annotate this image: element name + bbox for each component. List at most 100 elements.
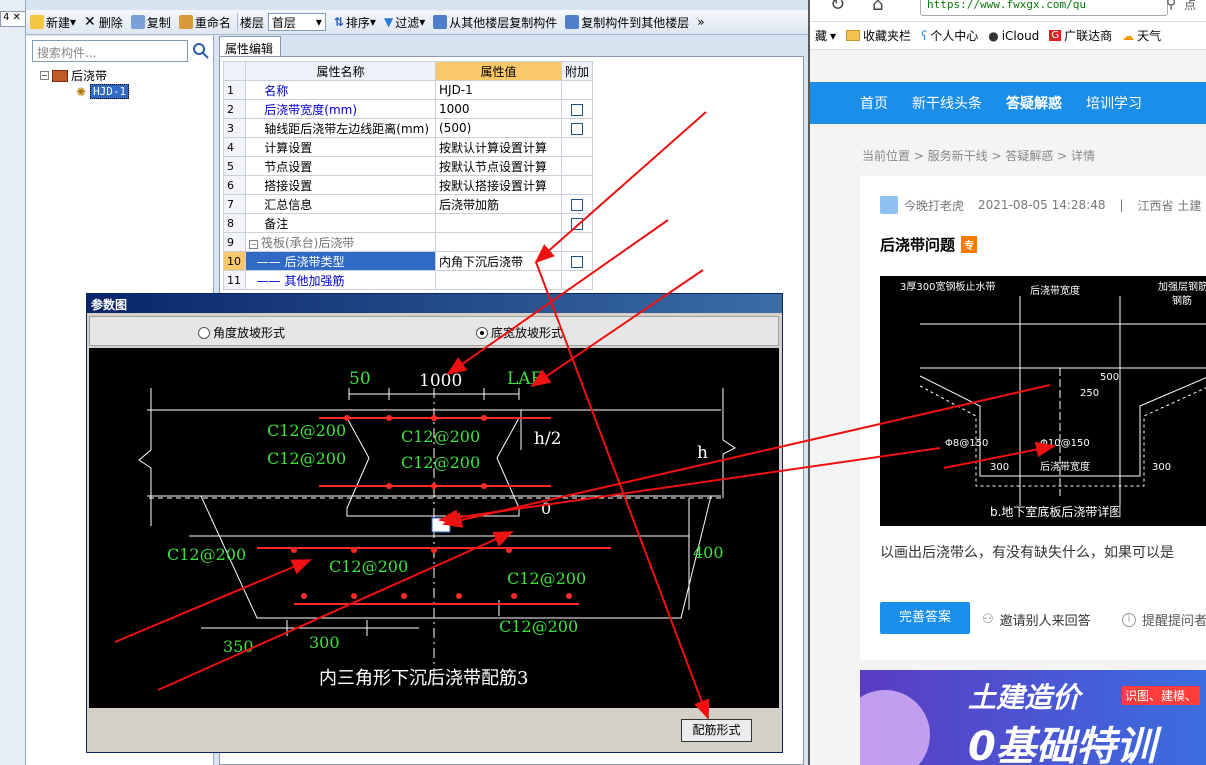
property-value[interactable]: 内角下沉后浇带: [435, 251, 562, 271]
img-label-2: 后浇带宽度: [1030, 284, 1080, 297]
property-row[interactable]: 3 轴线距后浇带左边线距离(mm) (500): [223, 118, 594, 138]
property-name: 计算设置: [245, 137, 436, 157]
search-input[interactable]: 搜索构件...: [32, 40, 188, 62]
nav-training[interactable]: 培训学习: [1074, 93, 1154, 113]
component-gear-icon: ✺: [76, 84, 87, 99]
floor-select[interactable]: 首层 ▾: [267, 13, 326, 31]
invite-answer-link[interactable]: ⚇ 邀请别人来回答: [982, 610, 1091, 629]
dim-h: h: [697, 443, 708, 463]
bookmark-personal[interactable]: ʕ 个人中心: [916, 27, 983, 44]
tree-item-root[interactable]: − 后浇带: [40, 67, 107, 84]
sort-button[interactable]: ⇅ 排序 ▾: [330, 11, 380, 33]
bookmark-weather[interactable]: ☁ 天气: [1117, 27, 1166, 44]
extra-checkbox[interactable]: [571, 255, 583, 268]
img-label-11: 500: [1100, 372, 1119, 383]
property-value[interactable]: 后浇带加筋: [435, 194, 562, 214]
extra-checkbox[interactable]: [571, 198, 583, 211]
user-icon: ⚇: [982, 612, 994, 627]
promo-banner[interactable]: 土建造价 识图、建模、 0基础特训: [860, 670, 1206, 765]
property-row[interactable]: 11 —— 其他加强筋: [223, 270, 594, 290]
copy-from-floor-icon: [433, 15, 448, 29]
search-icon-browser[interactable]: ⚲: [1166, 0, 1176, 12]
dim-lae: LAE: [507, 369, 543, 389]
property-value[interactable]: [435, 213, 562, 233]
property-extra: [560, 175, 594, 195]
rename-button[interactable]: 重命名: [175, 11, 235, 33]
bookmark-icloud[interactable]: ● iCloud: [983, 29, 1044, 43]
post-date: 2021-08-05 14:28:48: [978, 198, 1106, 212]
img-label-5: Φ8@150: [945, 438, 988, 449]
collapse-icon[interactable]: −: [40, 71, 49, 80]
banner-big: 0基础特训: [968, 724, 1156, 765]
author-name[interactable]: 今晚打老虎: [904, 197, 964, 214]
property-value[interactable]: [435, 270, 562, 290]
property-value[interactable]: [435, 232, 562, 252]
property-row[interactable]: 5 节点设置 按默认节点设置计算: [223, 156, 594, 176]
property-row[interactable]: 1 名称 HJD-1: [223, 80, 594, 100]
meta-sep: |: [1119, 198, 1124, 212]
property-value[interactable]: (500): [435, 118, 562, 138]
bookmark-glodon[interactable]: G 广联达商: [1044, 27, 1117, 44]
improve-answer-button[interactable]: 完善答案: [880, 602, 970, 634]
copy-from-floor-button[interactable]: 从其他楼层复制构件: [429, 11, 561, 33]
property-name: 搭接设置: [245, 175, 436, 195]
rename-icon: [178, 15, 193, 29]
address-bar-area: ↻ ⌂ https://www.fwxgx.com/qu ⚲ 点: [810, 0, 1206, 22]
search-hint[interactable]: 点: [1184, 0, 1196, 13]
refresh-icon[interactable]: ↻: [830, 0, 845, 15]
property-value[interactable]: 按默认节点设置计算: [435, 156, 562, 176]
main-toolbar: 新建 ▾ ✕ 删除 复制 重命名 楼层 首层 ▾ ⇅ 排序 ▾ ▼ 过滤 ▾ 从其他楼层复制构…: [26, 10, 808, 35]
property-row[interactable]: 4 计算设置 按默认计算设置计算: [223, 137, 594, 157]
nav-qa[interactable]: 答疑解惑: [994, 93, 1074, 113]
bookmark-collect[interactable]: 藏 ▾: [810, 27, 841, 44]
tree-item-hjd1[interactable]: ✺ HJD-1: [76, 84, 130, 99]
avatar[interactable]: [880, 196, 898, 214]
search-button[interactable]: [190, 40, 212, 62]
property-table: 属性名称 属性值 附加 1 名称 HJD-1 2 后浇带宽度(mm) 1000 3 轴线…: [223, 61, 594, 290]
radio-angle[interactable]: [198, 326, 210, 339]
info-icon: i: [1122, 612, 1136, 627]
property-row[interactable]: 8 备注: [223, 213, 594, 233]
property-name: 后浇带宽度(mm): [245, 99, 436, 119]
rebar-form-button[interactable]: 配筋形式: [681, 719, 752, 742]
sort-icon: ⇅: [333, 15, 344, 29]
property-indent: [249, 160, 264, 174]
question-image[interactable]: 3厚300宽钢板止水带 后浇带宽度 加强层钢筋 钢筋 Φ8@150 Φ10@15…: [880, 276, 1206, 526]
url-input[interactable]: https://www.fwxgx.com/qu: [920, 0, 1168, 16]
option-bottom-width-slope[interactable]: 底宽放坡形式: [476, 324, 563, 341]
glodon-icon: G: [1049, 30, 1062, 41]
property-row[interactable]: 6 搭接设置 按默认搭接设置计算: [223, 175, 594, 195]
property-row[interactable]: 10 —— 后浇带类型 内角下沉后浇带: [223, 251, 594, 271]
img-label-1: 3厚300宽钢板止水带: [900, 280, 995, 293]
property-value[interactable]: HJD-1: [435, 80, 562, 100]
nav-headlines[interactable]: 新干线头条: [900, 93, 994, 113]
property-row[interactable]: 9− 筏板(承台)后浇带: [223, 232, 594, 252]
collapse-icon[interactable]: −: [249, 239, 258, 249]
property-value[interactable]: 按默认搭接设置计算: [435, 175, 562, 195]
img-caption: b.地下室底板后浇带详图: [990, 504, 1121, 519]
radio-bottom-width[interactable]: [476, 326, 488, 339]
remind-asker-link[interactable]: i 提醒提问者: [1122, 610, 1206, 629]
property-value[interactable]: 按默认计算设置计算: [435, 137, 562, 157]
property-row[interactable]: 2 后浇带宽度(mm) 1000: [223, 99, 594, 119]
question-card: 今晚打老虎 2021-08-05 14:28:48 | 江西省 土建 后浇带问题…: [860, 176, 1206, 660]
copy-to-floor-button[interactable]: 复制构件到其他楼层: [561, 11, 693, 33]
extra-checkbox[interactable]: [571, 103, 583, 116]
new-button[interactable]: 新建 ▾: [26, 11, 80, 33]
tab-property-edit[interactable]: 属性编辑: [219, 36, 281, 56]
question-text: 以画出后浇带么，有没有缺失什么，如果可以是: [880, 545, 1174, 561]
nav-home[interactable]: 首页: [810, 93, 900, 113]
home-icon[interactable]: ⌂: [872, 0, 883, 15]
property-row[interactable]: 7 汇总信息 后浇带加筋: [223, 194, 594, 214]
bookmark-folder[interactable]: 收藏夹栏: [841, 27, 916, 44]
toolbar-overflow-button[interactable]: »: [693, 11, 708, 33]
property-value[interactable]: 1000: [435, 99, 562, 119]
option-angle-slope[interactable]: 角度放坡形式: [198, 324, 285, 341]
copy-button[interactable]: 复制: [127, 11, 175, 33]
property-indent: ——: [249, 273, 285, 288]
strip-tab[interactable]: 4 ✕: [0, 11, 26, 27]
filter-button[interactable]: ▼ 过滤 ▾: [380, 11, 429, 33]
delete-button[interactable]: ✕ 删除: [80, 11, 127, 33]
extra-checkbox[interactable]: [571, 122, 583, 135]
extra-checkbox[interactable]: [571, 217, 583, 230]
